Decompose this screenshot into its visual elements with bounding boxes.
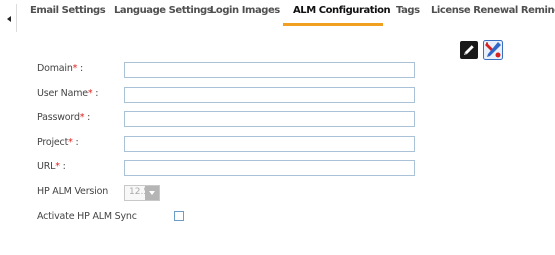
tab-alm-configuration[interactable]: ALM Configuration — [293, 5, 391, 16]
password-label: Password* : — [37, 112, 91, 123]
scroll-tabs-left-icon[interactable] — [7, 16, 11, 22]
tab-divider — [16, 4, 17, 32]
domain-label: Domain* : — [37, 63, 84, 74]
password-input[interactable] — [124, 111, 415, 127]
tools-icon[interactable] — [483, 40, 503, 60]
tab-language-settings[interactable]: Language Settings — [114, 5, 213, 16]
project-input[interactable] — [124, 136, 415, 152]
tab-email-settings[interactable]: Email Settings — [30, 5, 106, 16]
active-tab-indicator — [283, 23, 383, 26]
username-label: User Name* : — [37, 88, 99, 99]
pencil-edit-icon[interactable] — [459, 40, 479, 60]
password-row: Password* : — [37, 111, 417, 127]
username-row: User Name* : — [37, 87, 417, 103]
chevron-down-icon — [145, 186, 159, 200]
tab-tags[interactable]: Tags — [396, 5, 420, 16]
project-label: Project* : — [37, 137, 79, 148]
activate-sync-label: Activate HP ALM Sync — [37, 211, 137, 222]
project-row: Project* : — [37, 136, 417, 152]
url-label: URL* : — [37, 161, 66, 172]
version-label: HP ALM Version — [37, 186, 109, 197]
activate-sync-checkbox[interactable] — [174, 211, 184, 221]
activate-sync-row: Activate HP ALM Sync — [37, 210, 417, 226]
url-row: URL* : — [37, 160, 417, 176]
version-row: HP ALM Version 12.5 — [37, 185, 417, 201]
domain-input[interactable] — [124, 62, 415, 78]
url-input[interactable] — [124, 160, 415, 176]
tab-license-renewal-reminder[interactable]: License Renewal Reminder — [431, 5, 555, 16]
version-select: 12.5 — [124, 185, 160, 201]
tab-login-images[interactable]: Login Images — [210, 5, 280, 16]
domain-row: Domain* : — [37, 62, 417, 78]
username-input[interactable] — [124, 87, 415, 103]
